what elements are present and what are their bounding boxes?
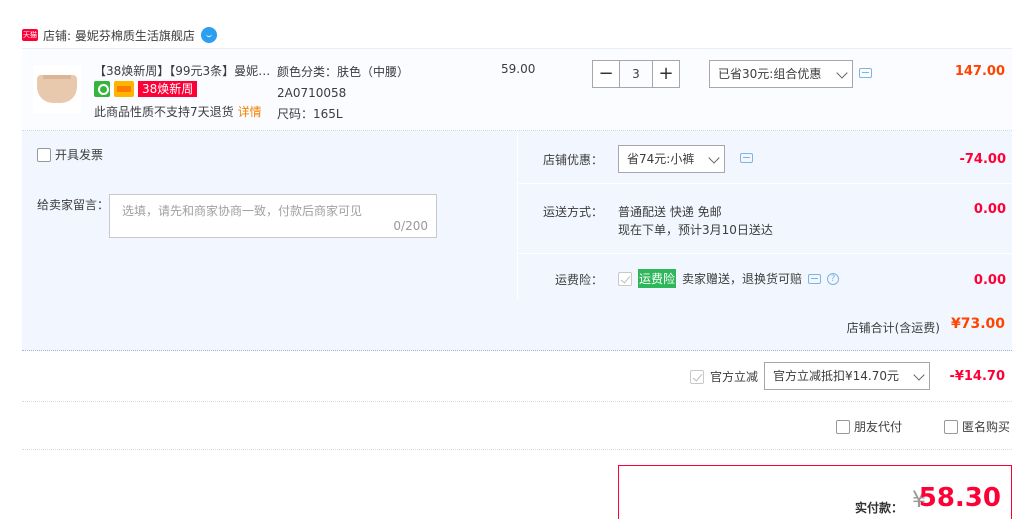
decrease-quantity-button[interactable]: − bbox=[592, 60, 620, 88]
official-discount-row: 官方立减 官方立减抵扣¥14.70元 -¥14.70 bbox=[22, 352, 1012, 402]
shipping-method: 普通配送 快递 免邮 bbox=[618, 205, 722, 219]
shop-total-value: ¥73.00 bbox=[950, 316, 1005, 332]
official-discount-label: 官方立减 bbox=[710, 370, 759, 384]
invoice-label: 开具发票 bbox=[55, 148, 104, 162]
shipping-row: 运送方式： 普通配送 快递 免邮 现在下单，预计3月10日送达 0.00 bbox=[518, 184, 1013, 254]
payment-label: 实付款： bbox=[854, 501, 903, 515]
shop-order-panel: 开具发票 给卖家留言： 选填，请先和商家协商一致，付款后商家可见 0/200 店… bbox=[22, 131, 1013, 351]
memo-label: 给卖家留言： bbox=[37, 198, 110, 212]
discount-info-chat-icon[interactable] bbox=[740, 153, 753, 163]
insurance-chat-icon[interactable] bbox=[808, 273, 822, 284]
promo-badge: 38焕新周 bbox=[138, 81, 198, 97]
return-detail-link[interactable]: 详情 bbox=[238, 105, 262, 119]
official-discount-select[interactable]: 官方立减抵扣¥14.70元 bbox=[764, 362, 930, 390]
friend-pay-option[interactable]: 朋友代付 bbox=[836, 418, 902, 435]
quantity-input[interactable]: 3 bbox=[620, 60, 652, 88]
shop-discount-amount: -74.00 bbox=[959, 152, 1006, 167]
official-discount-option[interactable]: 官方立减 bbox=[690, 368, 758, 385]
insurance-label: 运费险： bbox=[554, 273, 603, 287]
item-promo-value: 已省30元:组合优惠 bbox=[718, 67, 822, 81]
anonymous-option[interactable]: 匿名购买 bbox=[944, 418, 1010, 435]
product-thumbnail[interactable] bbox=[33, 65, 81, 113]
sku-size: 尺码：165L bbox=[277, 107, 343, 121]
anonymous-checkbox[interactable] bbox=[944, 419, 958, 434]
shipping-amount: 0.00 bbox=[973, 202, 1006, 217]
insurance-text: 卖家赠送，退换货可赔 bbox=[682, 272, 803, 286]
shop-discount-label: 店铺优惠： bbox=[542, 153, 603, 167]
chevron-down-icon bbox=[708, 152, 720, 164]
insurance-info: 运费险 卖家赠送，退换货可赔 ? bbox=[618, 269, 840, 288]
return-policy-note: 此商品性质不支持7天退货 详情 bbox=[94, 103, 262, 120]
item-promo-select[interactable]: 已省30元:组合优惠 bbox=[709, 60, 853, 88]
shop-total-row: 店铺合计(含运费) ¥73.00 bbox=[22, 299, 1012, 351]
underwear-image bbox=[37, 75, 77, 103]
order-item-row: 【38焕新周】【99元3条】曼妮芬棉质生活女士内裤 38焕新周 此商品性质不支持… bbox=[22, 48, 1012, 131]
guarantee-badge-icon bbox=[94, 81, 110, 97]
insurance-amount: 0.00 bbox=[973, 273, 1006, 288]
unit-price: 59.00 bbox=[501, 62, 536, 76]
sku-color: 颜色分类：肤色（中腰）2A0710058 bbox=[277, 65, 410, 100]
chevron-down-icon bbox=[836, 67, 848, 79]
insurance-checkbox bbox=[618, 271, 632, 286]
friend-pay-checkbox[interactable] bbox=[836, 419, 850, 434]
return-policy-text: 此商品性质不支持7天退货 bbox=[94, 105, 234, 119]
insurance-tag: 运费险 bbox=[638, 269, 677, 288]
shipping-info: 普通配送 快递 免邮 现在下单，预计3月10日送达 bbox=[618, 203, 773, 239]
invoice-option[interactable]: 开具发票 bbox=[37, 146, 103, 163]
shipping-label: 运送方式： bbox=[542, 205, 603, 219]
invoice-checkbox[interactable] bbox=[37, 147, 51, 162]
payment-summary-box: 实付款： ¥ 58.30 bbox=[618, 465, 1012, 519]
card-badge-icon bbox=[114, 81, 134, 97]
product-badges: 38焕新周 bbox=[94, 81, 198, 97]
seller-memo-input[interactable]: 选填，请先和商家协商一致，付款后商家可见 0/200 bbox=[109, 194, 437, 238]
wangwang-chat-icon[interactable] bbox=[200, 27, 217, 43]
increase-quantity-button[interactable]: + bbox=[652, 60, 680, 88]
memo-placeholder: 选填，请先和商家协商一致，付款后商家可见 bbox=[122, 204, 363, 218]
insurance-row: 运费险： 运费险 卖家赠送，退换货可赔 ? 0.00 bbox=[518, 254, 1013, 299]
product-title[interactable]: 【38焕新周】【99元3条】曼妮芬棉质生活女士内裤 bbox=[94, 62, 272, 79]
promo-info-chat-icon[interactable] bbox=[859, 68, 872, 78]
memo-char-count: 0/200 bbox=[393, 219, 428, 233]
shipping-eta: 现在下单，预计3月10日送达 bbox=[618, 223, 773, 237]
official-discount-value: 官方立减抵扣¥14.70元 bbox=[773, 369, 899, 383]
sku-info: 颜色分类：肤色（中腰）2A0710058 尺码：165L bbox=[277, 62, 477, 125]
help-question-icon[interactable]: ? bbox=[827, 272, 840, 285]
chevron-down-icon bbox=[913, 369, 925, 381]
shop-discount-value: 省74元:小裤 bbox=[627, 152, 695, 166]
friend-pay-label: 朋友代付 bbox=[854, 420, 903, 434]
shop-header: 天猫 店铺: 曼妮芬棉质生活旗舰店 bbox=[22, 25, 217, 45]
panel-right: 店铺优惠： 省74元:小裤 -74.00 运送方式： 普通配送 快递 免邮 现在… bbox=[517, 131, 1013, 299]
quantity-stepper: − 3 + bbox=[592, 60, 680, 88]
tmall-badge: 天猫 bbox=[22, 29, 38, 41]
official-discount-checkbox[interactable] bbox=[690, 369, 704, 384]
official-discount-amount: -¥14.70 bbox=[949, 369, 1005, 384]
anonymous-label: 匿名购买 bbox=[962, 420, 1011, 434]
item-subtotal: 147.00 bbox=[954, 64, 1005, 79]
payment-options-row: 朋友代付 匿名购买 bbox=[22, 402, 1012, 450]
shop-discount-select[interactable]: 省74元:小裤 bbox=[618, 145, 725, 173]
payment-amount: 58.30 bbox=[918, 483, 1001, 513]
panel-left: 开具发票 给卖家留言： 选填，请先和商家协商一致，付款后商家可见 0/200 bbox=[22, 131, 517, 299]
shop-total-label: 店铺合计(含运费) bbox=[846, 321, 940, 335]
shop-discount-row: 店铺优惠： 省74元:小裤 -74.00 bbox=[518, 131, 1013, 184]
shop-name[interactable]: 店铺: 曼妮芬棉质生活旗舰店 bbox=[43, 27, 195, 44]
